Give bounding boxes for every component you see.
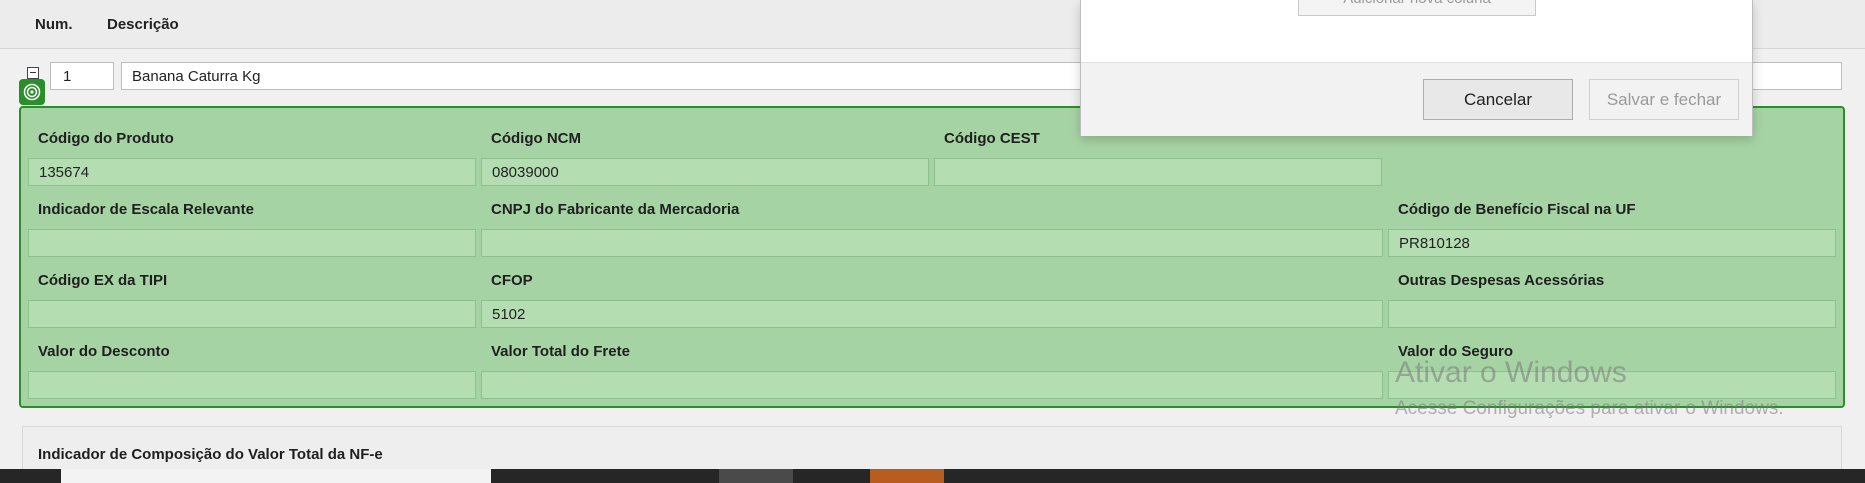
- composicao-label: Indicador de Composição do Valor Total d…: [38, 446, 383, 463]
- item-num-input[interactable]: 1: [50, 62, 114, 90]
- taskbar-app-button[interactable]: [719, 469, 793, 483]
- column-header-num[interactable]: Num.: [35, 16, 73, 33]
- minus-box-icon[interactable]: [27, 67, 39, 79]
- column-dialog: Adicionar nova coluna Cancelar Salvar e …: [1080, 0, 1753, 136]
- valor-desconto-input[interactable]: [28, 371, 476, 399]
- cancel-button[interactable]: Cancelar: [1423, 79, 1573, 120]
- target-icon[interactable]: [19, 79, 45, 105]
- codigo-ex-tipi-label: Código EX da TIPI: [38, 272, 168, 289]
- codigo-ex-tipi-input[interactable]: [28, 300, 476, 328]
- outras-despesas-input[interactable]: [1388, 300, 1836, 328]
- add-column-button[interactable]: Adicionar nova coluna: [1298, 0, 1536, 16]
- taskbar-search-box[interactable]: [61, 469, 491, 483]
- codigo-cest-label: Código CEST: [944, 130, 1040, 147]
- windows-activation-subtitle: Acesse Configurações para ativar o Windo…: [1395, 398, 1784, 419]
- save-and-close-button[interactable]: Salvar e fechar: [1589, 79, 1739, 120]
- windows-activation-title: Ativar o Windows: [1395, 356, 1627, 389]
- indicador-escala-input[interactable]: [28, 229, 476, 257]
- valor-frete-input[interactable]: [481, 371, 1383, 399]
- cnpj-fabricante-label: CNPJ do Fabricante da Mercadoria: [491, 201, 740, 218]
- codigo-ncm-input[interactable]: 08039000: [481, 158, 929, 186]
- valor-frete-label: Valor Total do Frete: [491, 343, 630, 360]
- page: Num. Descrição 1 Banana Caturra Kg Códig…: [0, 0, 1865, 483]
- codigo-produto-input[interactable]: 135674: [28, 158, 476, 186]
- cfop-input[interactable]: 5102: [481, 300, 1383, 328]
- codigo-beneficio-input[interactable]: PR810128: [1388, 229, 1836, 257]
- outras-despesas-label: Outras Despesas Acessórias: [1398, 272, 1605, 289]
- codigo-cest-input[interactable]: [934, 158, 1382, 186]
- cfop-label: CFOP: [491, 272, 533, 289]
- column-header-description[interactable]: Descrição: [107, 16, 179, 33]
- codigo-beneficio-label: Código de Benefício Fiscal na UF: [1398, 201, 1636, 218]
- codigo-produto-label: Código do Produto: [38, 130, 174, 147]
- taskbar-app-button-active[interactable]: [870, 469, 944, 483]
- cnpj-fabricante-input[interactable]: [481, 229, 1383, 257]
- codigo-ncm-label: Código NCM: [491, 130, 581, 147]
- valor-desconto-label: Valor do Desconto: [38, 343, 170, 360]
- indicador-escala-label: Indicador de Escala Relevante: [38, 201, 254, 218]
